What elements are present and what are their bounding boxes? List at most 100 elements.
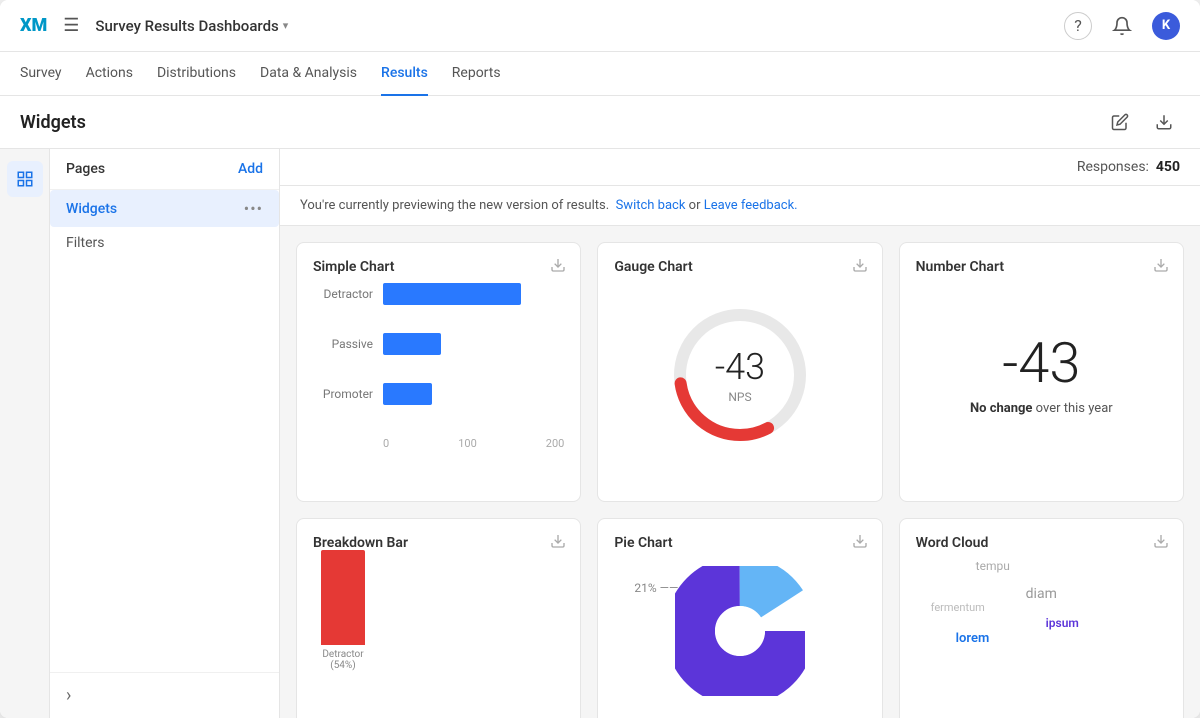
number-subtitle: No change over this year	[970, 401, 1113, 416]
word-lorem: lorem	[956, 631, 990, 646]
number-subtitle-rest: over this year	[1032, 401, 1112, 416]
simple-chart-download-icon[interactable]	[550, 257, 566, 277]
number-chart-download-icon[interactable]	[1153, 257, 1169, 277]
pages-icon[interactable]	[7, 161, 43, 197]
pie-chart-title: Pie Chart	[614, 535, 672, 551]
sidebar-item-filters[interactable]: Filters	[50, 227, 279, 259]
chart-axis: 0 100 200	[313, 433, 564, 450]
nav-distributions[interactable]: Distributions	[157, 52, 236, 96]
sidebar-icon-tab	[0, 149, 50, 718]
app-window: XM ☰ Survey Results Dashboards ▾ ? K Sur…	[0, 0, 1200, 718]
number-subtitle-bold: No change	[970, 401, 1033, 416]
breakdown-bar-card: Breakdown Bar Detractor (54%)	[296, 518, 581, 718]
top-nav-right: ? K	[1064, 12, 1180, 40]
word-tempu: tempu	[976, 559, 1010, 573]
app-title-text: Survey Results Dashboards	[95, 17, 278, 35]
word-diam: diam	[1026, 586, 1057, 602]
gauge-chart-download-icon[interactable]	[852, 257, 868, 277]
sidebar-pages-label: Pages	[66, 161, 105, 177]
gauge-container: -43 NPS	[614, 275, 865, 475]
gauge-chart-title: Gauge Chart	[614, 259, 692, 275]
responses-bar: Responses: 450	[280, 149, 1200, 186]
preview-text: You're currently previewing the new vers…	[300, 198, 609, 213]
preview-or: or	[685, 198, 703, 213]
sidebar-item-widgets[interactable]: Widgets •••	[50, 190, 279, 227]
charts-grid: Simple Chart Detractor	[280, 226, 1200, 718]
sidebar: Pages Add Widgets ••• Filters ›	[50, 149, 280, 718]
sidebar-widgets-label: Widgets	[66, 201, 117, 217]
gauge-label: NPS	[715, 390, 765, 404]
help-icon-label: ?	[1074, 16, 1082, 35]
bar-track-detractor	[383, 283, 564, 305]
bar-label-passive: Passive	[313, 337, 373, 351]
gauge-center: -43 NPS	[715, 346, 765, 404]
xm-logo: XM	[20, 15, 47, 36]
breakdown-bar-chart: Detractor (54%)	[313, 551, 564, 671]
breakdown-bar-label: Detractor (54%)	[313, 649, 373, 671]
word-cloud: tempu fermentum diam lorem ipsum	[916, 551, 1167, 671]
nav-data-analysis[interactable]: Data & Analysis	[260, 52, 357, 96]
preview-banner: You're currently previewing the new vers…	[280, 186, 1200, 226]
download-icon[interactable]	[1148, 106, 1180, 138]
sidebar-item-more-icon[interactable]: •••	[244, 199, 263, 218]
bar-fill-detractor	[383, 283, 521, 305]
pie-container: 21% ——	[614, 551, 865, 711]
simple-chart: Detractor Passive	[313, 275, 564, 450]
pie-chart-card: Pie Chart 21% ——	[597, 518, 882, 718]
help-icon[interactable]: ?	[1064, 12, 1092, 40]
responses-count: 450	[1156, 159, 1180, 175]
simple-chart-card: Simple Chart Detractor	[296, 242, 581, 502]
bar-track-passive	[383, 333, 564, 355]
content-area: Widgets Pages Add	[0, 96, 1200, 718]
switch-back-link[interactable]: Switch back	[616, 198, 686, 213]
number-chart-title: Number Chart	[916, 259, 1004, 275]
breakdown-bar-title: Breakdown Bar	[313, 535, 408, 551]
breakdown-bar-fill	[321, 550, 365, 645]
leave-feedback-link[interactable]: Leave feedback.	[704, 198, 798, 213]
word-cloud-card: Word Cloud tempu fermentum diam lorem ip…	[899, 518, 1184, 718]
breakdown-bar-download-icon[interactable]	[550, 533, 566, 553]
bar-label-detractor: Detractor	[313, 287, 373, 301]
bar-fill-promoter	[383, 383, 432, 405]
widgets-header-actions	[1104, 106, 1180, 138]
hamburger-icon[interactable]: ☰	[63, 15, 79, 36]
notification-icon[interactable]	[1108, 12, 1136, 40]
axis-200: 200	[546, 437, 565, 450]
word-cloud-title: Word Cloud	[916, 535, 989, 551]
nav-actions[interactable]: Actions	[86, 52, 133, 96]
pie-legend-label: 21% ——	[634, 581, 678, 595]
sidebar-add-button[interactable]: Add	[238, 161, 263, 177]
pie-chart-download-icon[interactable]	[852, 533, 868, 553]
bar-label-promoter: Promoter	[313, 387, 373, 401]
top-nav: XM ☰ Survey Results Dashboards ▾ ? K	[0, 0, 1200, 52]
widgets-header: Widgets	[0, 96, 1200, 149]
app-title: Survey Results Dashboards ▾	[95, 17, 288, 35]
title-caret-icon[interactable]: ▾	[283, 19, 289, 32]
bar-fill-passive	[383, 333, 441, 355]
collapse-icon: ›	[66, 685, 71, 706]
simple-chart-title: Simple Chart	[313, 259, 394, 275]
widgets-title: Widgets	[20, 112, 86, 133]
bar-track-promoter	[383, 383, 564, 405]
word-cloud-download-icon[interactable]	[1153, 533, 1169, 553]
responses-label: Responses: 450	[1077, 159, 1180, 175]
edit-icon[interactable]	[1104, 106, 1136, 138]
user-avatar[interactable]: K	[1152, 12, 1180, 40]
nav-reports[interactable]: Reports	[452, 52, 501, 96]
word-ipsum: ipsum	[1046, 616, 1079, 630]
bar-row-passive: Passive	[313, 333, 564, 355]
number-chart: -43 No change over this year	[916, 275, 1167, 475]
nav-survey[interactable]: Survey	[20, 52, 62, 96]
pie-svg	[675, 566, 805, 696]
word-fermentum: fermentum	[931, 601, 985, 614]
breakdown-bar-col: Detractor (54%)	[313, 550, 373, 671]
dashboard-area: Responses: 450 You're currently previewi…	[280, 149, 1200, 718]
bar-row-detractor: Detractor	[313, 283, 564, 305]
bar-row-promoter: Promoter	[313, 383, 564, 405]
gauge-chart-card: Gauge Chart -43	[597, 242, 882, 502]
sidebar-collapse-button[interactable]: ›	[50, 672, 279, 718]
number-chart-card: Number Chart -43 No change over this yea…	[899, 242, 1184, 502]
axis-100: 100	[458, 437, 477, 450]
sidebar-header: Pages Add	[50, 149, 279, 190]
nav-results[interactable]: Results	[381, 52, 428, 96]
